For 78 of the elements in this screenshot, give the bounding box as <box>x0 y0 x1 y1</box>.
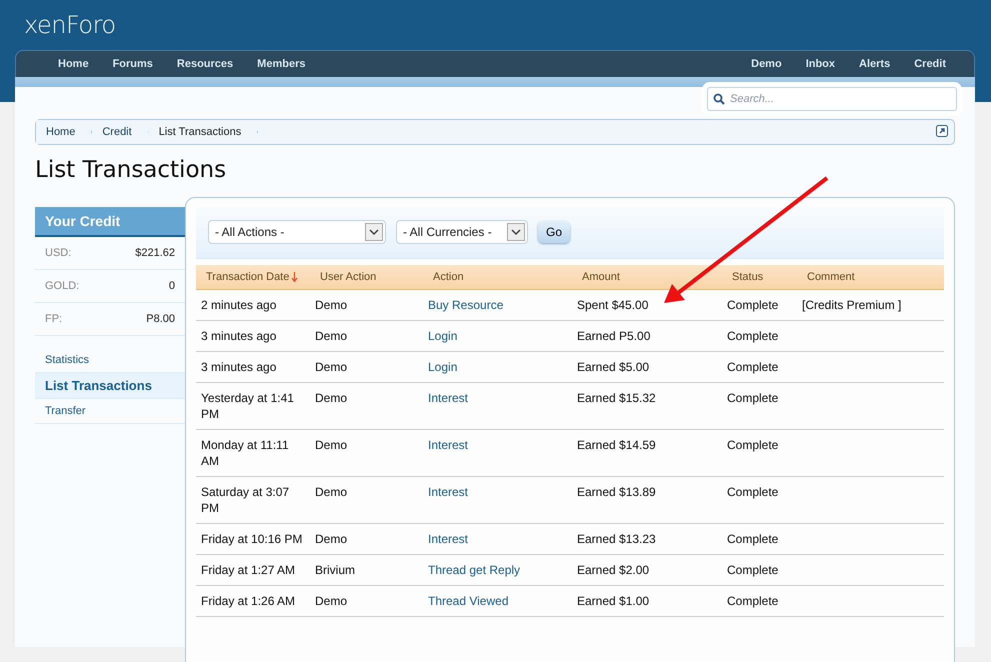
action-link[interactable]: Login <box>423 321 572 352</box>
nav-tab[interactable]: Demo <box>739 58 794 70</box>
table-cell: 2 minutes ago <box>196 290 310 321</box>
table-cell: Complete <box>722 477 797 524</box>
column-header[interactable]: Comment <box>797 265 944 290</box>
action-link[interactable]: Interest <box>423 524 572 555</box>
sidebar-heading: Your Credit <box>35 207 185 237</box>
table-cell: Earned $15.32 <box>572 383 722 430</box>
table-cell: Complete <box>722 383 797 430</box>
table-cell: Complete <box>722 524 797 555</box>
balance-label: GOLD: <box>45 280 80 292</box>
table-cell: Earned $5.00 <box>572 352 722 383</box>
table-cell: Brivium <box>310 555 423 586</box>
external-link-icon[interactable] <box>936 125 948 137</box>
table-cell: Yesterday at 1:41 PM <box>196 383 310 430</box>
table-cell: Monday at 11:11 AM <box>196 430 310 477</box>
action-link[interactable]: Buy Resource <box>423 290 572 321</box>
nav-tab[interactable]: Home <box>46 58 101 70</box>
table-cell: Demo <box>310 290 423 321</box>
table-cell: Earned $14.59 <box>572 430 722 477</box>
search-field[interactable]: Search... <box>707 87 957 111</box>
nav-tab[interactable]: Resources <box>164 58 246 70</box>
nav-tab[interactable]: Members <box>245 58 318 70</box>
search-icon <box>713 93 725 105</box>
balance-value: 0 <box>168 280 175 292</box>
table-cell: Complete <box>722 430 797 477</box>
table-cell: Complete <box>722 352 797 383</box>
action-link[interactable]: Interest <box>423 477 572 524</box>
table-cell: Demo <box>310 524 423 555</box>
balance-label: USD: <box>45 247 72 259</box>
table-cell: 3 minutes ago <box>196 352 310 383</box>
table-cell: Demo <box>310 477 423 524</box>
table-cell: Saturday at 3:07 PM <box>196 477 310 524</box>
nav-tab[interactable]: Alerts <box>847 58 902 70</box>
nav-tab[interactable]: Credit <box>902 58 958 70</box>
page-title: List Transactions <box>35 157 228 183</box>
sidebar-link[interactable]: List Transactions <box>35 373 185 399</box>
table-cell: Complete <box>722 586 797 617</box>
column-header[interactable]: Transaction Date <box>196 265 310 290</box>
action-link[interactable]: Interest <box>423 430 572 477</box>
table-cell: Demo <box>310 430 423 477</box>
balance-label: FP: <box>45 313 62 325</box>
table-cell: Demo <box>310 321 423 352</box>
table-cell: Demo <box>310 586 423 617</box>
balance-value: $221.62 <box>135 247 175 259</box>
site-logo[interactable]: xenForo <box>24 11 116 39</box>
column-header[interactable]: Status <box>722 265 797 290</box>
action-link[interactable]: Thread get Reply <box>423 555 572 586</box>
table-cell: Earned $2.00 <box>572 555 722 586</box>
actions-dropdown[interactable]: - All Actions - <box>208 220 386 244</box>
table-cell: Earned $13.23 <box>572 524 722 555</box>
table-cell: Friday at 10:16 PM <box>196 524 310 555</box>
action-link[interactable]: Thread Viewed <box>423 586 572 617</box>
table-cell: Earned P5.00 <box>572 321 722 352</box>
table-cell: [Credits Premium ] <box>797 290 944 321</box>
table-cell: 3 minutes ago <box>196 321 310 352</box>
chevron-down-icon <box>507 223 525 241</box>
breadcrumb-link[interactable]: Home <box>36 120 92 144</box>
nav-tab[interactable]: Forums <box>100 58 165 70</box>
go-button[interactable]: Go <box>538 221 570 243</box>
table-cell: Demo <box>310 383 423 430</box>
action-link[interactable]: Login <box>423 352 572 383</box>
table-cell: Friday at 1:26 AM <box>196 586 310 617</box>
currencies-dropdown[interactable]: - All Currencies - <box>396 220 528 244</box>
table-cell: Friday at 1:27 AM <box>196 555 310 586</box>
table-cell: Earned $1.00 <box>572 586 722 617</box>
chevron-down-icon <box>365 223 383 241</box>
table-cell: Complete <box>722 555 797 586</box>
column-header[interactable]: Amount <box>572 265 722 290</box>
table-cell: Demo <box>310 352 423 383</box>
column-header[interactable]: User Action <box>310 265 423 290</box>
nav-tab[interactable]: Inbox <box>794 58 848 70</box>
column-header[interactable]: Action <box>423 265 572 290</box>
balance-value: P8.00 <box>146 313 175 325</box>
table-cell: Complete <box>722 321 797 352</box>
action-link[interactable]: Interest <box>423 383 572 430</box>
table-cell: Complete <box>722 290 797 321</box>
table-cell: Earned $13.89 <box>572 477 722 524</box>
